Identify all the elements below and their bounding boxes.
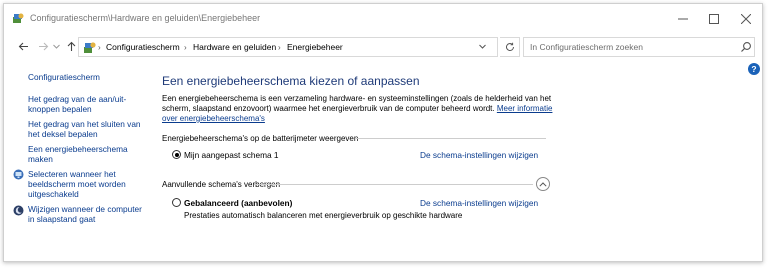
main-content: Een energiebeheerschema kiezen of aanpas… <box>158 61 758 261</box>
breadcrumb-power-options[interactable]: Energiebeheer <box>287 42 343 52</box>
sidebar-item-lid-close[interactable]: Het gedrag van het sluiten van het dekse… <box>28 119 146 139</box>
address-dropdown-button[interactable] <box>479 42 486 51</box>
control-panel-icon <box>84 42 96 53</box>
section-divider <box>356 138 546 139</box>
sidebar-item-create-plan[interactable]: Een energiebeheerschema maken <box>28 144 146 164</box>
sidebar: Configuratiescherm Het gedrag van de aan… <box>4 61 149 261</box>
search-input[interactable] <box>524 38 734 56</box>
display-icon <box>13 169 24 180</box>
section-divider <box>254 184 533 185</box>
plan-name-custom[interactable]: Mijn aangepast schema 1 <box>184 150 279 160</box>
close-icon <box>741 13 751 24</box>
arrow-up-icon <box>67 41 75 51</box>
up-button[interactable] <box>64 39 78 53</box>
minimize-icon <box>678 18 688 19</box>
arrow-left-icon <box>18 42 28 50</box>
maximize-icon <box>709 13 719 24</box>
moon-icon <box>13 205 24 216</box>
plan-radio-balanced[interactable] <box>172 198 181 207</box>
maximize-button[interactable] <box>699 4 729 33</box>
back-button[interactable] <box>16 39 30 53</box>
breadcrumb-separator-icon: › <box>278 43 281 52</box>
page-description: Een energiebeheerschema is een verzameli… <box>162 94 557 124</box>
refresh-button[interactable] <box>500 37 520 57</box>
chevron-down-icon <box>52 44 60 49</box>
breadcrumb-separator-icon: › <box>98 43 101 52</box>
minimize-button[interactable] <box>668 4 698 33</box>
plan-radio-custom[interactable] <box>172 150 181 159</box>
collapse-hidden-plans-button[interactable] <box>536 177 550 191</box>
sidebar-home-link[interactable]: Configuratiescherm <box>28 72 100 82</box>
close-button[interactable] <box>731 4 761 33</box>
address-bar[interactable]: › Configuratiescherm › Hardware en gelui… <box>78 37 498 57</box>
chevron-down-icon <box>479 44 486 49</box>
search-box[interactable] <box>523 37 755 57</box>
sidebar-item-sleep[interactable]: Wijzigen wanneer de computer in slaapsta… <box>28 204 146 224</box>
control-panel-icon <box>13 13 24 23</box>
forward-button[interactable] <box>36 39 50 53</box>
window-title: Configuratiescherm\Hardware en geluiden\… <box>30 13 261 23</box>
window: Configuratiescherm\Hardware en geluiden\… <box>3 3 763 262</box>
plan-name-balanced[interactable]: Gebalanceerd (aanbevolen) <box>184 198 292 208</box>
change-plan-settings-link[interactable]: De schema-instellingen wijzigen <box>420 198 538 208</box>
navigation-bar: › Configuratiescherm › Hardware en gelui… <box>4 33 762 61</box>
recent-locations-button[interactable] <box>52 39 60 53</box>
arrow-right-icon <box>38 42 48 50</box>
page-title: Een energiebeheerschema kiezen of aanpas… <box>162 74 420 88</box>
plan-description-balanced: Prestaties automatisch balanceren met en… <box>184 211 463 220</box>
breadcrumb-separator-icon: › <box>184 43 187 52</box>
sidebar-item-power-buttons[interactable]: Het gedrag van de aan/uit-knoppen bepale… <box>28 94 146 114</box>
change-plan-settings-link[interactable]: De schema-instellingen wijzigen <box>420 150 538 160</box>
description-text: Een energiebeheerschema is een verzameli… <box>162 94 552 113</box>
breadcrumb-hardware-sound[interactable]: Hardware en geluiden <box>193 42 276 52</box>
title-bar: Configuratiescherm\Hardware en geluiden\… <box>4 4 762 33</box>
breadcrumb-control-panel[interactable]: Configuratiescherm <box>106 42 180 52</box>
sidebar-item-display-off[interactable]: Selecteren wanneer het beeldscherm moet … <box>28 169 138 199</box>
chevron-up-icon <box>539 181 547 187</box>
search-icon[interactable] <box>740 41 752 53</box>
battery-meter-section-title: Energiebeheerschema's op de batterijmete… <box>162 134 359 143</box>
refresh-icon <box>505 42 514 52</box>
